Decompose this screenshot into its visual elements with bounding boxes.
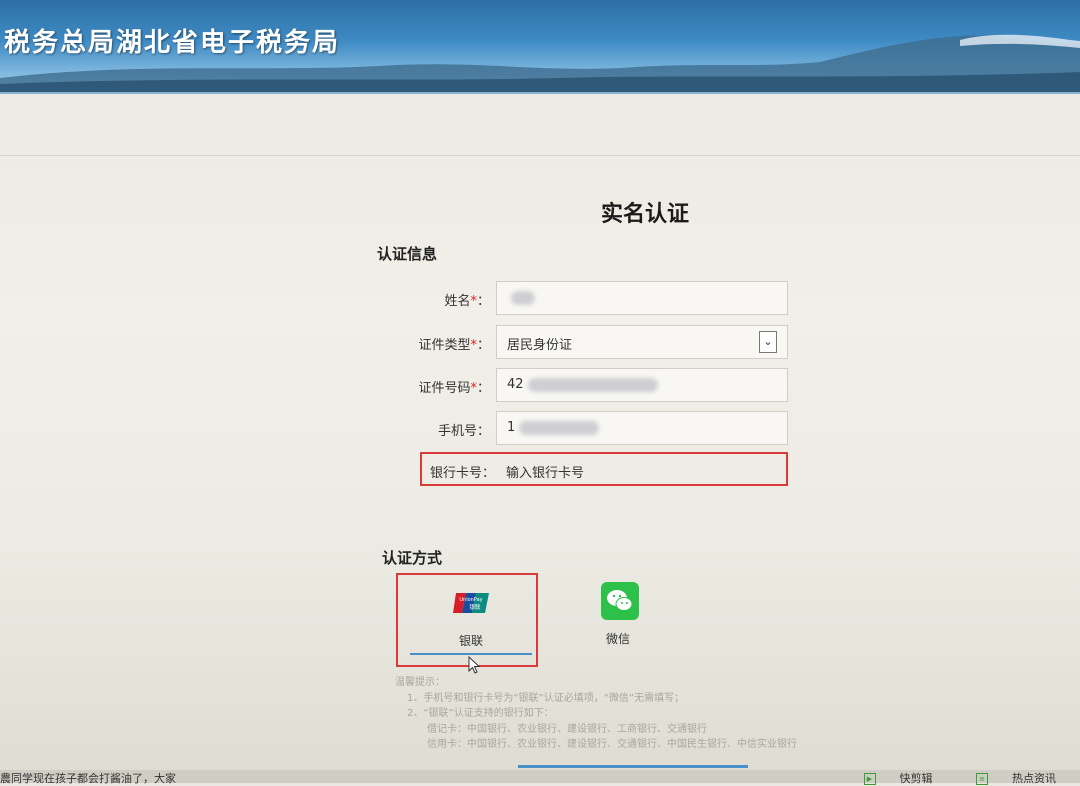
section-title-method: 认证方式 <box>382 549 443 567</box>
unionpay-option[interactable]: UnionPay 银联 银联 <box>396 573 538 667</box>
svg-text:UnionPay: UnionPay <box>459 597 482 603</box>
phone-input[interactable]: 1 <box>496 411 788 445</box>
bank-card-input[interactable]: 输入银行卡号 <box>506 462 584 481</box>
id-number-input[interactable]: 42 <box>496 368 788 402</box>
wechat-option[interactable] <box>601 582 639 620</box>
tips-title: 温馨提示： <box>395 677 445 688</box>
news-icon: ≡ <box>976 773 988 785</box>
redacted-value <box>511 290 535 305</box>
tips-block: 温馨提示： 1、手机号和银行卡号为“银联”认证必填项，“微信”无需填写； 2、“… <box>395 675 797 753</box>
id-type-row: 证件类型*： 居民身份证 ⌄ <box>380 325 790 361</box>
bank-card-label: 银行卡号： <box>430 466 496 481</box>
name-input[interactable] <box>496 281 788 315</box>
bank-card-row[interactable]: 银行卡号： 输入银行卡号 <box>420 452 788 486</box>
phone-row: 手机号： 1 <box>380 411 790 447</box>
id-number-row: 证件号码*： 42 <box>380 368 790 404</box>
id-number-label: 证件号码*： <box>418 381 490 396</box>
name-label: 姓名*： <box>444 294 490 309</box>
selected-indicator <box>410 653 532 655</box>
mouse-cursor-icon <box>468 656 481 674</box>
site-header: 税务总局湖北省电子税务局 <box>0 0 1080 92</box>
scroll-indicator <box>518 765 748 768</box>
name-row: 姓名*： <box>380 281 790 317</box>
quick-edit-button[interactable]: ▶ 快剪辑 <box>844 772 933 785</box>
taskbar-right: ▶ 快剪辑 ≡ 热点资讯 <box>824 770 1056 786</box>
phone-label: 手机号： <box>437 424 490 439</box>
mountain-banner <box>0 34 1080 92</box>
nav-divider <box>0 155 1080 156</box>
svg-text:银联: 银联 <box>469 603 481 611</box>
unionpay-icon: UnionPay 银联 <box>453 593 489 613</box>
hot-news-button[interactable]: ≡ 热点资讯 <box>956 772 1056 785</box>
tips-debit: 借记卡：中国银行、农业银行、建设银行、工商银行、交通银行 <box>427 723 707 735</box>
page-title: 实名认证 <box>600 202 689 227</box>
taskbar: 農同学现在孩子都会打酱油了，大家 ▶ 快剪辑 ≡ 热点资讯 <box>0 770 1080 786</box>
tips-line-1: 1、手机号和银行卡号为“银联”认证必填项，“微信”无需填写； <box>407 692 685 704</box>
wechat-label: 微信 <box>606 632 631 646</box>
section-title-info: 认证信息 <box>377 245 438 263</box>
tips-credit: 信用卡：中国银行、农业银行、建设银行、交通银行、中国民生银行、中信实业银行 <box>427 739 797 750</box>
redacted-value <box>527 377 658 392</box>
chevron-down-icon[interactable]: ⌄ <box>759 331 777 353</box>
header-divider <box>0 92 1080 94</box>
id-type-label: 证件类型*： <box>418 338 490 353</box>
play-icon: ▶ <box>863 773 876 785</box>
redacted-value <box>519 420 600 435</box>
wechat-icon <box>607 590 633 611</box>
tips-line-2: 2、“银联”认证支持的银行如下： <box>407 708 554 719</box>
unionpay-label: 银联 <box>459 634 484 648</box>
news-ticker[interactable]: 農同学现在孩子都会打酱油了，大家 <box>0 770 176 786</box>
id-type-select[interactable]: 居民身份证 ⌄ <box>496 325 788 359</box>
